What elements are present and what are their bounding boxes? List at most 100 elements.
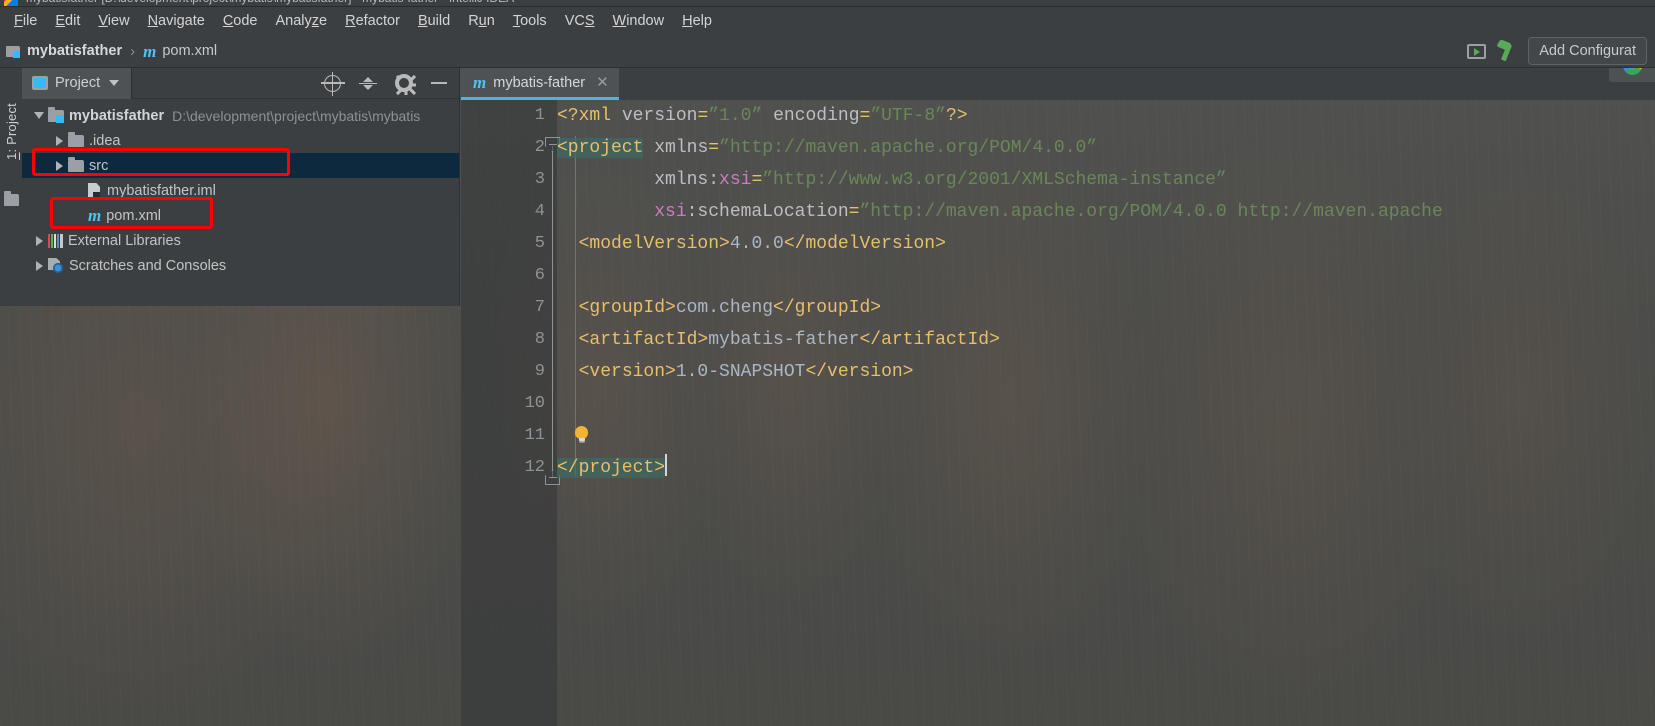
project-tree[interactable]: mybatisfather D:\development\project\myba…: [22, 99, 459, 278]
project-panel-toolbar: [321, 71, 459, 96]
code-token: =: [848, 202, 860, 222]
project-panel-header: Project: [22, 67, 459, 99]
tree-row-scratches-and-consoles[interactable]: Scratches and Consoles: [22, 253, 459, 278]
arrow-right: [35, 235, 43, 246]
editor-tab-bar: m mybatis-father ✕: [461, 68, 1655, 100]
menu-item-analyze[interactable]: Analyze: [267, 10, 337, 32]
code-line-8[interactable]: <artifactId>mybatis-father</artifactId>: [557, 324, 1000, 356]
arrow-right: [35, 260, 43, 271]
line-number-3: 3: [534, 170, 545, 189]
code-token: 4.0.0: [729, 234, 784, 254]
scratches-icon: [48, 258, 64, 273]
tree-row-path: D:\development\project\mybatis\mybatis: [172, 107, 421, 124]
run-preview-icon[interactable]: [1467, 43, 1487, 59]
menu-item-refactor[interactable]: Refactor: [336, 10, 409, 32]
project-toolwindow-label: 1: Project: [3, 102, 19, 160]
menu-item-edit[interactable]: Edit: [46, 10, 89, 32]
breadcrumb-item-project[interactable]: mybatisfather: [0, 41, 128, 61]
menu-item-code[interactable]: Code: [214, 10, 267, 32]
code-line-3[interactable]: xmlns:xsi=”http://www.w3.org/2001/XMLSch…: [557, 164, 1227, 196]
code-text[interactable]: <?xml version=”1.0” encoding=”UTF-8”?> <p…: [557, 100, 1655, 726]
tree-row-external-libraries[interactable]: External Libraries: [22, 228, 459, 253]
code-token: </modelVersion>: [783, 234, 946, 254]
code-token: :schemaLocation: [686, 202, 849, 222]
fold-region-line: [552, 146, 554, 478]
menu-item-tools[interactable]: Tools: [504, 10, 556, 32]
code-token: xmlns:: [654, 170, 720, 190]
left-tool-window-strip: 1: Project: [0, 68, 22, 306]
tree-row--idea[interactable]: .idea: [22, 128, 459, 153]
code-token: xsi: [654, 202, 687, 222]
chevron-down-icon[interactable]: [30, 112, 48, 119]
chevron-right-icon[interactable]: [30, 235, 48, 246]
line-number-10: 10: [524, 394, 545, 413]
tree-row-label: pom.xml: [106, 207, 162, 224]
menu-bar[interactable]: File Edit View Navigate Code Analyze Refactor B…: [0, 7, 1655, 35]
menu-item-view[interactable]: View: [89, 10, 138, 32]
tree-row-mybatisfather[interactable]: mybatisfather D:\development\project\myba…: [22, 103, 459, 128]
add-configuration-button[interactable]: Add Configurat: [1528, 37, 1647, 65]
menu-item-vcs[interactable]: VCS: [556, 10, 604, 32]
maven-file-icon: m: [143, 41, 157, 61]
tree-row-label: External Libraries: [68, 232, 181, 249]
gear-icon[interactable]: [395, 74, 416, 95]
breadcrumb-separator: ›: [130, 42, 136, 60]
breadcrumb-item-file[interactable]: m pom.xml: [137, 41, 223, 62]
tree-row-src[interactable]: src: [22, 153, 459, 178]
editor-gutter[interactable]: 1 2 3 4 5 6 7 8 9 10 11 12: [461, 100, 557, 726]
sidebar-item-project-toolwindow[interactable]: 1: Project: [0, 72, 22, 190]
build-hammer-icon[interactable]: [1496, 40, 1518, 62]
menu-item-help[interactable]: Help: [673, 10, 721, 32]
menu-item-navigate[interactable]: Navigate: [139, 10, 214, 32]
editor-area: m mybatis-father ✕ 1 2 3 4 5 6 7 8 9 10 11 12 <?xml…: [461, 68, 1655, 726]
code-token: ”http://www.w3.org/2001/XMLSchema-instan…: [762, 170, 1227, 190]
code-token: =: [697, 106, 709, 126]
minimize-icon[interactable]: [431, 82, 447, 84]
code-token: ”http://maven.apache.org/POM/4.0.0”: [719, 138, 1098, 158]
code-token: xsi: [719, 170, 752, 190]
chevron-right-icon[interactable]: [50, 135, 68, 146]
code-token: mybatis-father: [708, 330, 860, 350]
code-token: version: [621, 106, 698, 126]
intention-bulb-icon[interactable]: [575, 426, 588, 444]
editor-tab-mybatis-father[interactable]: m mybatis-father ✕: [461, 68, 619, 100]
chevron-right-icon[interactable]: [50, 160, 68, 171]
tree-row-mybatisfather-iml[interactable]: mybatisfather.iml: [22, 178, 459, 203]
folder-icon: [4, 191, 19, 206]
window-title-bar: mybatisfather [D:\development\project\my…: [0, 0, 1655, 7]
code-line-5[interactable]: <modelVersion>4.0.0</modelVersion>: [557, 228, 946, 260]
code-folding-strip[interactable]: [545, 100, 560, 726]
tree-row-pom-xml[interactable]: m pom.xml: [22, 203, 459, 228]
code-line-4[interactable]: xsi:schemaLocation=”http://maven.apache.…: [557, 196, 1443, 228]
menu-item-window[interactable]: Window: [604, 10, 674, 32]
code-editor[interactable]: 1 2 3 4 5 6 7 8 9 10 11 12 <?xml version=”1.0” enco…: [461, 100, 1655, 726]
collapse-all-icon[interactable]: [359, 75, 377, 92]
line-number-7: 7: [534, 298, 545, 317]
project-panel-tab[interactable]: Project: [22, 67, 133, 99]
code-line-7[interactable]: <groupId>com.cheng</groupId>: [557, 292, 881, 324]
code-token: com.cheng: [675, 298, 774, 318]
menu-item-build[interactable]: Build: [409, 10, 459, 32]
locate-icon[interactable]: [321, 71, 345, 96]
arrow-down: [34, 112, 44, 119]
tree-row-label: .idea: [89, 132, 121, 149]
maven-file-icon: m: [88, 206, 102, 225]
tree-row-label: mybatisfather: [69, 107, 165, 124]
menu-item-file[interactable]: File: [5, 10, 46, 32]
code-token: </artifactId>: [859, 330, 1000, 350]
folder-icon: [68, 156, 84, 172]
chevron-right-icon[interactable]: [30, 260, 48, 271]
code-line-2[interactable]: <project xmlns=”http://maven.apache.org/…: [557, 132, 1097, 164]
editor-tab-label: mybatis-father: [493, 74, 586, 91]
code-line-1[interactable]: <?xml version=”1.0” encoding=”UTF-8”?>: [557, 100, 968, 132]
project-window-icon: [32, 76, 48, 90]
close-icon[interactable]: ✕: [596, 75, 609, 90]
code-line-9[interactable]: <version>1.0-SNAPSHOT</version>: [557, 356, 914, 388]
code-line-12[interactable]: </project>: [557, 452, 667, 484]
chevron-down-icon[interactable]: [109, 80, 120, 86]
menu-item-run[interactable]: Run: [459, 10, 504, 32]
